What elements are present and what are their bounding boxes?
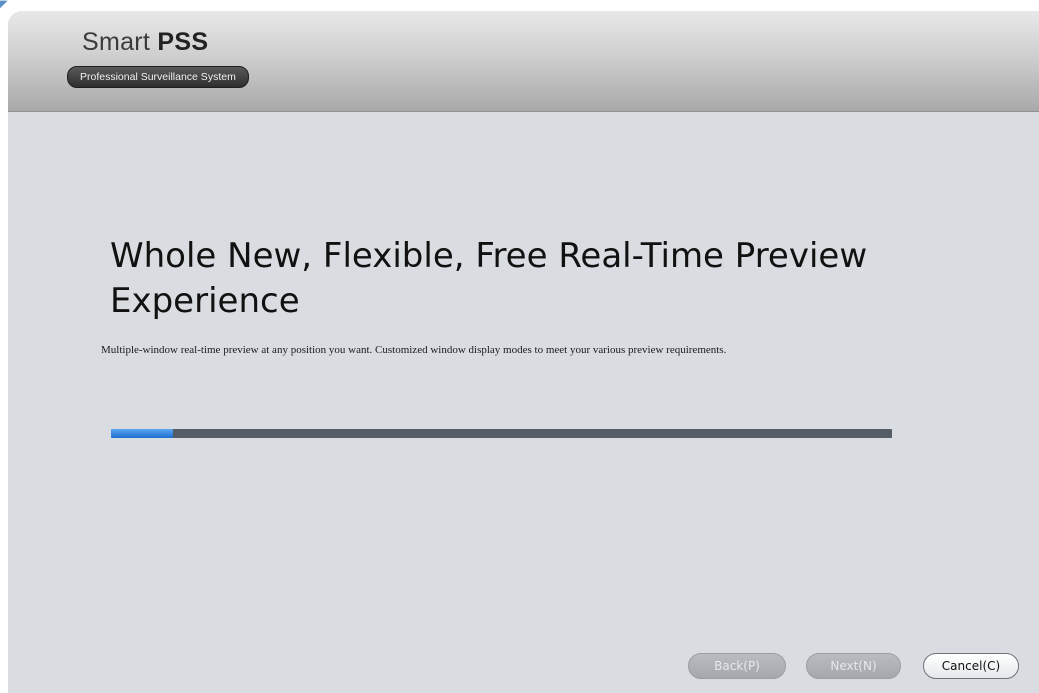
cancel-button[interactable]: Cancel(C) xyxy=(923,653,1019,679)
next-button[interactable]: Next(N) xyxy=(806,653,901,679)
logo-title-prefix: Smart xyxy=(82,28,158,56)
back-button[interactable]: Back(P) xyxy=(688,653,786,679)
feature-headline: Whole New, Flexible, Free Real-Time Prev… xyxy=(110,236,868,321)
feature-description: Multiple-window real-time preview at any… xyxy=(101,344,727,356)
header-banner: Smart PSS Professional Surveillance Syst… xyxy=(8,11,1039,112)
app-logo-title: Smart PSS xyxy=(82,28,208,57)
logo-title-bold: PSS xyxy=(157,28,209,56)
install-progress-bar xyxy=(111,429,892,438)
logo-subtitle-badge: Professional Surveillance System xyxy=(67,66,249,88)
progress-bar-fill xyxy=(111,429,174,438)
